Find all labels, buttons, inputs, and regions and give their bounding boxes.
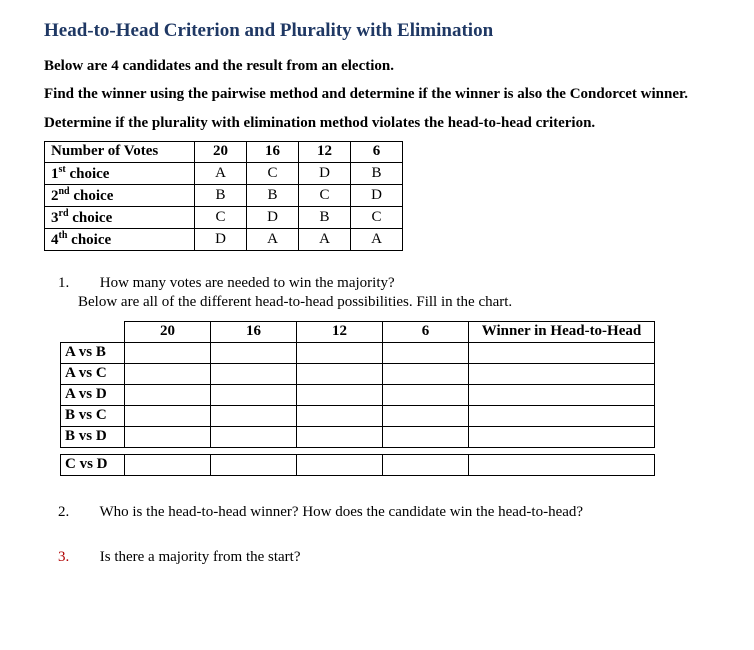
h2h-col-3: 6 bbox=[383, 321, 469, 342]
h2h-cell bbox=[125, 342, 211, 363]
question-3: 3. Is there a majority from the start? bbox=[78, 549, 710, 566]
h2h-pair-2: A vs D bbox=[61, 384, 125, 405]
votes-cell: A bbox=[195, 162, 247, 184]
votes-row-0-label: 1st choice bbox=[45, 162, 195, 184]
votes-cell: D bbox=[195, 228, 247, 250]
votes-cell: B bbox=[195, 184, 247, 206]
h2h-cell bbox=[125, 405, 211, 426]
votes-row-3-label: 4th choice bbox=[45, 228, 195, 250]
h2h-cell bbox=[125, 454, 211, 475]
h2h-pair-3: B vs C bbox=[61, 405, 125, 426]
q3-num: 3. bbox=[78, 549, 96, 566]
votes-cell: D bbox=[247, 206, 299, 228]
h2h-cell bbox=[469, 363, 655, 384]
votes-cell: A bbox=[247, 228, 299, 250]
votes-col-1: 16 bbox=[247, 141, 299, 162]
h2h-pair-4: B vs D bbox=[61, 426, 125, 447]
votes-cell: C bbox=[299, 184, 351, 206]
votes-cell: B bbox=[299, 206, 351, 228]
q1-num: 1. bbox=[78, 275, 96, 292]
h2h-cell bbox=[469, 342, 655, 363]
question-2: 2. Who is the head-to-head winner? How d… bbox=[78, 504, 710, 521]
question-1: 1. How many votes are needed to win the … bbox=[78, 275, 710, 311]
h2h-cell bbox=[211, 426, 297, 447]
h2h-cell bbox=[383, 426, 469, 447]
votes-cell: C bbox=[195, 206, 247, 228]
votes-row-1-label: 2nd choice bbox=[45, 184, 195, 206]
h2h-cell bbox=[383, 363, 469, 384]
h2h-cell bbox=[469, 405, 655, 426]
votes-header-label: Number of Votes bbox=[45, 141, 195, 162]
h2h-col-2: 12 bbox=[297, 321, 383, 342]
h2h-pair-1: A vs C bbox=[61, 363, 125, 384]
h2h-cell bbox=[383, 342, 469, 363]
votes-cell: C bbox=[351, 206, 403, 228]
h2h-cell bbox=[383, 454, 469, 475]
h2h-cell bbox=[297, 426, 383, 447]
h2h-cell bbox=[211, 384, 297, 405]
intro-line-1: Below are 4 candidates and the result fr… bbox=[44, 56, 710, 76]
votes-cell: C bbox=[247, 162, 299, 184]
q2-num: 2. bbox=[78, 504, 96, 521]
h2h-table-gap: C vs D bbox=[60, 454, 655, 476]
votes-cell: B bbox=[351, 162, 403, 184]
h2h-cell bbox=[125, 426, 211, 447]
q2-text: Who is the head-to-head winner? How does… bbox=[99, 504, 583, 520]
votes-table: Number of Votes 20 16 12 6 1st choice A … bbox=[44, 141, 403, 251]
votes-cell: A bbox=[351, 228, 403, 250]
h2h-cell bbox=[297, 454, 383, 475]
h2h-cell bbox=[469, 426, 655, 447]
h2h-pair-gap: C vs D bbox=[61, 454, 125, 475]
votes-row-2-label: 3rd choice bbox=[45, 206, 195, 228]
page-title: Head-to-Head Criterion and Plurality wit… bbox=[44, 20, 710, 42]
h2h-cell bbox=[469, 384, 655, 405]
votes-col-3: 6 bbox=[351, 141, 403, 162]
h2h-pair-0: A vs B bbox=[61, 342, 125, 363]
h2h-winner-header: Winner in Head-to-Head bbox=[469, 321, 655, 342]
h2h-cell bbox=[211, 454, 297, 475]
h2h-col-0: 20 bbox=[125, 321, 211, 342]
h2h-table: 20 16 12 6 Winner in Head-to-Head A vs B… bbox=[60, 321, 655, 448]
h2h-cell bbox=[297, 384, 383, 405]
votes-col-0: 20 bbox=[195, 141, 247, 162]
h2h-cell bbox=[125, 384, 211, 405]
votes-cell: D bbox=[351, 184, 403, 206]
h2h-cell bbox=[211, 342, 297, 363]
h2h-cell bbox=[297, 363, 383, 384]
h2h-cell bbox=[211, 363, 297, 384]
h2h-cell bbox=[125, 363, 211, 384]
intro-line-2: Find the winner using the pairwise metho… bbox=[44, 84, 710, 104]
h2h-col-1: 16 bbox=[211, 321, 297, 342]
h2h-cell bbox=[297, 405, 383, 426]
h2h-cell bbox=[297, 342, 383, 363]
h2h-blank-corner bbox=[61, 321, 125, 342]
q1-text: How many votes are needed to win the maj… bbox=[100, 275, 395, 291]
q1-subtext: Below are all of the different head-to-h… bbox=[98, 294, 710, 311]
h2h-cell bbox=[383, 405, 469, 426]
votes-cell: A bbox=[299, 228, 351, 250]
intro-line-3: Determine if the plurality with eliminat… bbox=[44, 113, 710, 133]
q3-text: Is there a majority from the start? bbox=[100, 549, 301, 565]
votes-col-2: 12 bbox=[299, 141, 351, 162]
h2h-cell bbox=[211, 405, 297, 426]
h2h-cell bbox=[469, 454, 655, 475]
votes-cell: B bbox=[247, 184, 299, 206]
votes-cell: D bbox=[299, 162, 351, 184]
h2h-cell bbox=[383, 384, 469, 405]
